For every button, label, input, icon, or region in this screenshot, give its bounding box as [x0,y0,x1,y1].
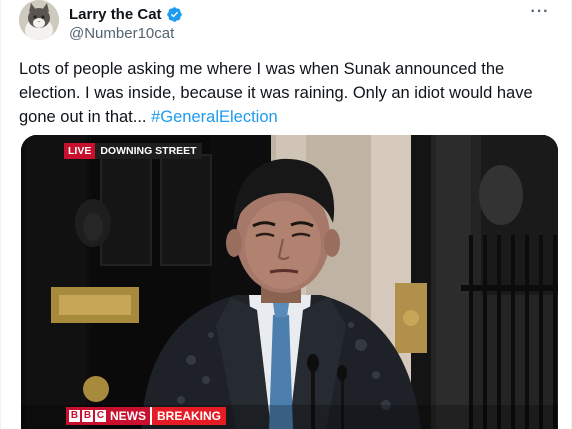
verified-badge-icon [166,6,183,23]
tweet-text: Lots of people asking me where I was whe… [19,57,549,129]
hashtag-link[interactable]: #GeneralElection [151,108,278,126]
user-handle[interactable]: @Number10cat [69,25,174,42]
live-tag: LIVE [64,143,96,159]
display-name[interactable]: Larry the Cat [69,6,162,23]
news-ticker: B B C NEWS BREAKING [66,407,227,425]
bbc-logo: B B C [66,407,109,425]
ellipsis-icon[interactable]: ··· [529,2,551,22]
live-banner: LIVE DOWNING STREET [64,143,202,159]
bbc-letter: B [82,410,93,422]
video-frame [21,135,558,429]
news-label: NEWS [109,407,150,425]
bbc-letter: C [95,410,106,422]
location-tag: DOWNING STREET [95,143,202,159]
breaking-label: BREAKING [150,407,227,425]
media-video[interactable]: LIVE DOWNING STREET B B C NEWS BREAKING [21,135,558,429]
avatar[interactable] [19,0,59,40]
tweet-card[interactable]: Larry the Cat @Number10cat ··· Lots of p… [0,0,572,429]
bbc-letter: B [69,410,80,422]
